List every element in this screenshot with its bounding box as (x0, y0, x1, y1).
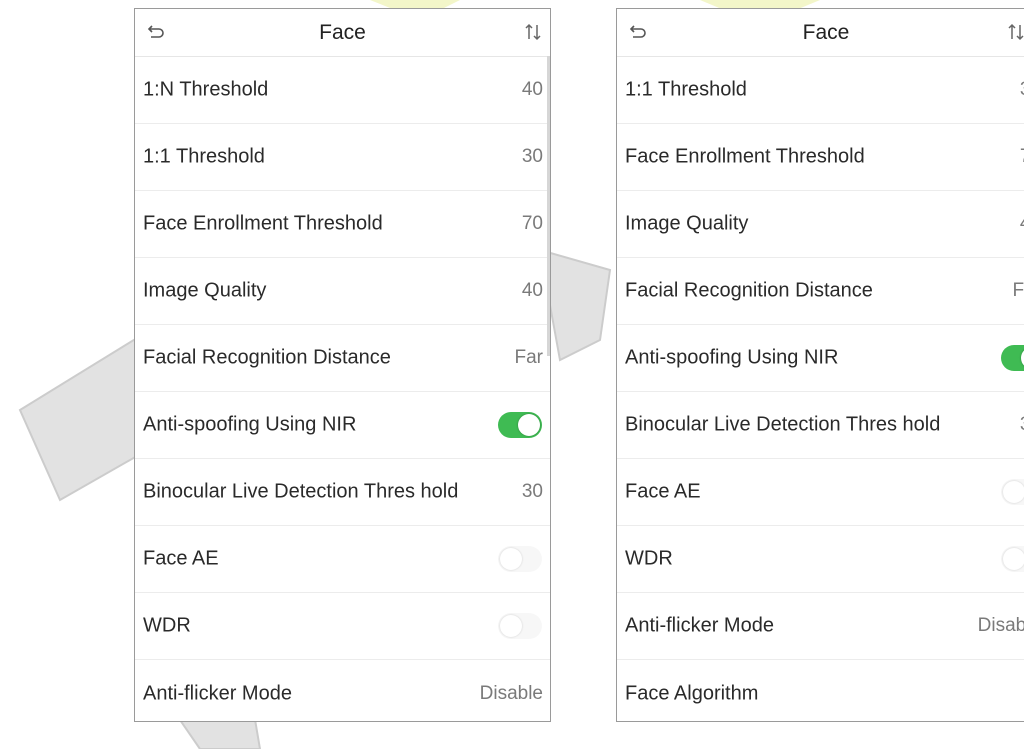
toggle-knob (500, 615, 522, 637)
row-value: Far (1012, 280, 1024, 301)
row-label: Face AE (143, 547, 219, 570)
setting-row-image-quality[interactable]: Image Quality 40 (617, 191, 1024, 258)
setting-row-11-threshold[interactable]: 1:1 Threshold 30 (617, 57, 1024, 124)
device-screen-left: Face 1:N Threshold 40 1:1 Threshold 30 F… (134, 8, 551, 722)
setting-row-face-ae[interactable]: Face AE (617, 459, 1024, 526)
setting-row-anti-flicker-mode[interactable]: Anti-flicker Mode Disable (617, 593, 1024, 660)
toggle-knob (500, 548, 522, 570)
setting-row-wdr[interactable]: WDR (617, 526, 1024, 593)
row-value: Disable (479, 682, 543, 704)
row-value: 40 (521, 280, 543, 301)
anti-spoofing-toggle[interactable] (498, 412, 542, 438)
row-value: 40 (521, 79, 543, 100)
row-value: Disable (977, 615, 1024, 636)
row-value: 30 (1020, 414, 1024, 436)
setting-row-binocular-live-detection[interactable]: Binocular Live Detection Thres hold 30 (617, 392, 1024, 459)
row-label: 1:1 Threshold (625, 78, 747, 101)
row-label: Image Quality (625, 212, 749, 235)
row-value: 30 (521, 481, 543, 502)
row-label: 1:1 Threshold (143, 145, 265, 168)
setting-row-facial-recognition-distance[interactable]: Facial Recognition Distance Far (617, 258, 1024, 325)
setting-row-image-quality[interactable]: Image Quality 40 (135, 258, 550, 325)
setting-row-face-enrollment-threshold[interactable]: Face Enrollment Threshold 70 (617, 124, 1024, 191)
setting-row-anti-flicker-mode[interactable]: Anti-flicker Mode Disable (135, 660, 550, 721)
wdr-toggle[interactable] (1001, 546, 1024, 572)
header: Face (617, 9, 1024, 57)
device-screen-right: Face 1:1 Threshold 30 Face Enrollment Th… (616, 8, 1024, 722)
row-label: Binocular Live Detection Thres hold (625, 413, 941, 436)
row-value: 70 (1020, 146, 1024, 168)
row-value: 70 (521, 213, 543, 234)
row-label: Facial Recognition Distance (143, 346, 391, 369)
sort-arrows-icon[interactable] (522, 21, 544, 43)
row-label: Facial Recognition Distance (625, 279, 873, 302)
row-label: WDR (143, 614, 191, 637)
row-value: 40 (1020, 213, 1024, 235)
setting-row-11-threshold[interactable]: 1:1 Threshold 30 (135, 124, 550, 191)
row-value: Far (514, 347, 544, 368)
toggle-knob (1003, 481, 1024, 503)
face-ae-toggle[interactable] (498, 546, 542, 572)
row-label: Anti-spoofing Using NIR (625, 346, 839, 369)
settings-list: 1:N Threshold 40 1:1 Threshold 30 Face E… (135, 57, 550, 721)
row-label: Image Quality (143, 279, 267, 302)
row-label: Face AE (625, 480, 701, 503)
page-title: Face (802, 21, 850, 44)
setting-row-1n-threshold[interactable]: 1:N Threshold 40 (135, 57, 550, 124)
scrollbar[interactable] (547, 56, 550, 356)
toggle-knob (518, 414, 540, 436)
settings-list: 1:1 Threshold 30 Face Enrollment Thresho… (617, 57, 1024, 721)
header: Face (135, 9, 550, 57)
setting-row-face-enrollment-threshold[interactable]: Face Enrollment Threshold 70 (135, 191, 550, 258)
toggle-knob (1003, 548, 1024, 570)
row-label: Anti-flicker Mode (625, 614, 774, 637)
row-label: Anti-flicker Mode (143, 682, 292, 704)
anti-spoofing-toggle[interactable] (1001, 345, 1024, 371)
setting-row-face-algorithm[interactable]: Face Algorithm (617, 660, 1024, 721)
row-label: Face Enrollment Threshold (625, 145, 865, 168)
sort-arrows-icon[interactable] (1005, 21, 1024, 43)
setting-row-facial-recognition-distance[interactable]: Facial Recognition Distance Far (135, 325, 550, 392)
row-label: Binocular Live Detection Thres hold (143, 480, 459, 503)
setting-row-anti-spoofing-nir[interactable]: Anti-spoofing Using NIR (135, 392, 550, 459)
setting-row-anti-spoofing-nir[interactable]: Anti-spoofing Using NIR (617, 325, 1024, 392)
row-label: 1:N Threshold (143, 78, 269, 101)
row-label: WDR (625, 547, 673, 570)
setting-row-binocular-live-detection[interactable]: Binocular Live Detection Thres hold 30 (135, 459, 550, 526)
page-title: Face (319, 21, 366, 44)
row-label: Face Enrollment Threshold (143, 212, 383, 235)
row-value: 30 (1020, 79, 1024, 101)
row-label: Anti-spoofing Using NIR (143, 413, 357, 436)
face-ae-toggle[interactable] (1001, 479, 1024, 505)
setting-row-face-ae[interactable]: Face AE (135, 526, 550, 593)
row-label: Face Algorithm (625, 682, 759, 704)
wdr-toggle[interactable] (498, 613, 542, 639)
row-value: 30 (521, 146, 543, 167)
setting-row-wdr[interactable]: WDR (135, 593, 550, 660)
